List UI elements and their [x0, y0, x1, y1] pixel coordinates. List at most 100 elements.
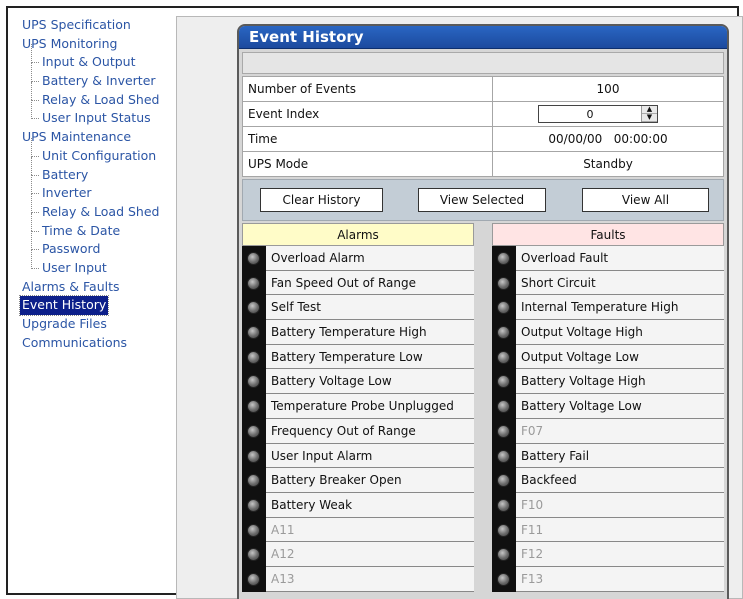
status-led-icon	[497, 350, 510, 364]
fault-label: Output Voltage Low	[521, 349, 639, 364]
alarm-row: Battery Breaker Open	[247, 468, 474, 493]
fault-row: Overload Fault	[497, 246, 724, 271]
nav-inverter[interactable]: Inverter	[16, 175, 171, 203]
button-bar: Clear History View Selected View All	[242, 179, 724, 221]
event-index-label: Event Index	[242, 101, 493, 127]
nav-relay-load-shed-maintenance[interactable]: Relay & Load Shed	[16, 194, 171, 222]
alarm-label: Self Test	[271, 300, 322, 315]
alarm-row: User Input Alarm	[247, 443, 474, 469]
fault-label: Battery Voltage Low	[521, 399, 642, 414]
tree-connector	[31, 250, 40, 278]
status-led-icon	[497, 548, 510, 562]
alarms-header: Alarms	[242, 223, 474, 246]
nav-input-output[interactable]: Input & Output	[16, 44, 171, 72]
fault-row: Output Voltage Low	[497, 344, 724, 370]
fault-row: Short Circuit	[497, 270, 724, 296]
tree-connector	[31, 63, 40, 91]
nav-user-input-status[interactable]: User Input Status	[16, 100, 171, 128]
status-led-icon	[497, 326, 510, 340]
spin-down-icon[interactable]: ▼	[642, 114, 657, 122]
fault-row: F10	[497, 492, 724, 518]
nav-battery-inverter[interactable]: Battery & Inverter	[16, 63, 171, 91]
alarm-row: A12	[247, 542, 474, 567]
tree-connector	[31, 100, 40, 128]
fault-row: Battery Voltage High	[497, 369, 724, 395]
event-history-panel: Event History Number of Events 100 Event…	[237, 24, 729, 599]
fault-label: Short Circuit	[521, 275, 596, 290]
fault-row: F11	[497, 517, 724, 543]
nav-user-input[interactable]: User Input	[16, 250, 171, 278]
view-all-button[interactable]: View All	[582, 188, 709, 212]
alarm-label: Overload Alarm	[271, 251, 365, 265]
alarm-row: Battery Temperature High	[247, 320, 474, 345]
nav-ups-monitoring[interactable]: UPS Monitoring	[16, 35, 171, 54]
event-index-stepper[interactable]: 0 ▲ ▼	[538, 105, 658, 123]
time-label: Time	[242, 126, 493, 152]
alarm-label: A11	[271, 522, 295, 537]
status-led-icon	[497, 400, 510, 414]
nav-time-date[interactable]: Time & Date	[16, 212, 171, 241]
alarm-label: Fan Speed Out of Range	[271, 275, 416, 290]
fault-row: Battery Voltage Low	[497, 394, 724, 419]
nav-label: User Input Status	[42, 110, 151, 126]
nav-alarms-faults[interactable]: Alarms & Faults	[16, 278, 171, 297]
fault-label: Output Voltage High	[521, 325, 643, 340]
tree-connector	[31, 231, 40, 259]
panel-title: Event History	[239, 26, 727, 49]
fault-label: F11	[521, 522, 544, 537]
fault-row: F13	[497, 566, 724, 592]
faults-column: Faults Overload Fault Short Circuit Intern…	[492, 223, 724, 592]
fault-row: Internal Temperature High	[497, 295, 724, 321]
sidebar-nav: UPS Specification UPS Monitoring Input &…	[16, 16, 171, 352]
tree-connector	[31, 137, 40, 166]
alarm-label: Temperature Probe Unplugged	[271, 399, 454, 414]
fault-row: F12	[497, 542, 724, 567]
fault-label: F10	[521, 497, 544, 512]
alarm-row: Fan Speed Out of Range	[247, 270, 474, 296]
nav-ups-specification[interactable]: UPS Specification	[16, 16, 171, 35]
status-led-icon	[247, 400, 260, 414]
fault-label: Battery Fail	[521, 448, 590, 463]
alarm-label: Battery Temperature High	[271, 325, 427, 340]
status-led-icon	[247, 548, 260, 562]
nav-label: Time & Date	[42, 222, 121, 238]
alarm-label: Battery Weak	[271, 497, 353, 512]
nav-label: Relay & Load Shed	[42, 203, 160, 219]
alarm-row: A11	[247, 517, 474, 543]
nav-upgrade-files[interactable]: Upgrade Files	[16, 315, 171, 334]
panel-blank-bar	[242, 52, 724, 74]
status-led-icon	[247, 301, 260, 315]
nav-event-history[interactable]: Event History	[18, 295, 110, 316]
app-frame: UPS Specification UPS Monitoring Input &…	[6, 6, 743, 599]
spin-buttons[interactable]: ▲ ▼	[641, 106, 657, 122]
nav-battery[interactable]: Battery	[16, 156, 171, 185]
status-led-icon	[497, 523, 510, 537]
content-area: Event History Number of Events 100 Event…	[176, 16, 743, 599]
nav-password[interactable]: Password	[16, 231, 171, 259]
event-index-value[interactable]: 0	[539, 108, 641, 121]
alarm-row: Self Test	[247, 295, 474, 321]
info-row-ups-mode: UPS Mode Standby	[242, 151, 724, 177]
alarm-row: A13	[247, 566, 474, 592]
nav-communications[interactable]: Communications	[16, 334, 171, 353]
fault-row: Battery Fail	[497, 443, 724, 469]
ups-mode-label: UPS Mode	[242, 151, 493, 177]
alarm-label: Battery Temperature Low	[271, 349, 423, 364]
fault-label: Internal Temperature High	[521, 300, 679, 315]
status-led-icon	[247, 449, 260, 463]
nav-unit-configuration[interactable]: Unit Configuration	[16, 137, 171, 166]
clear-history-button[interactable]: Clear History	[260, 188, 383, 212]
status-led-icon	[497, 424, 510, 438]
time-value: 00/00/00 00:00:00	[492, 126, 724, 152]
alarm-row: Battery Temperature Low	[247, 344, 474, 370]
fault-label: Overload Fault	[521, 251, 609, 265]
view-selected-button[interactable]: View Selected	[418, 188, 546, 212]
nav-ups-maintenance[interactable]: UPS Maintenance	[16, 128, 171, 147]
status-led-icon	[247, 572, 260, 586]
alarm-label: A13	[271, 571, 295, 586]
alarm-label: Battery Breaker Open	[271, 473, 402, 488]
status-led-icon	[247, 326, 260, 340]
nav-label: User Input	[42, 259, 107, 275]
nav-relay-load-shed-monitor[interactable]: Relay & Load Shed	[16, 81, 171, 110]
status-led-icon	[247, 523, 260, 537]
